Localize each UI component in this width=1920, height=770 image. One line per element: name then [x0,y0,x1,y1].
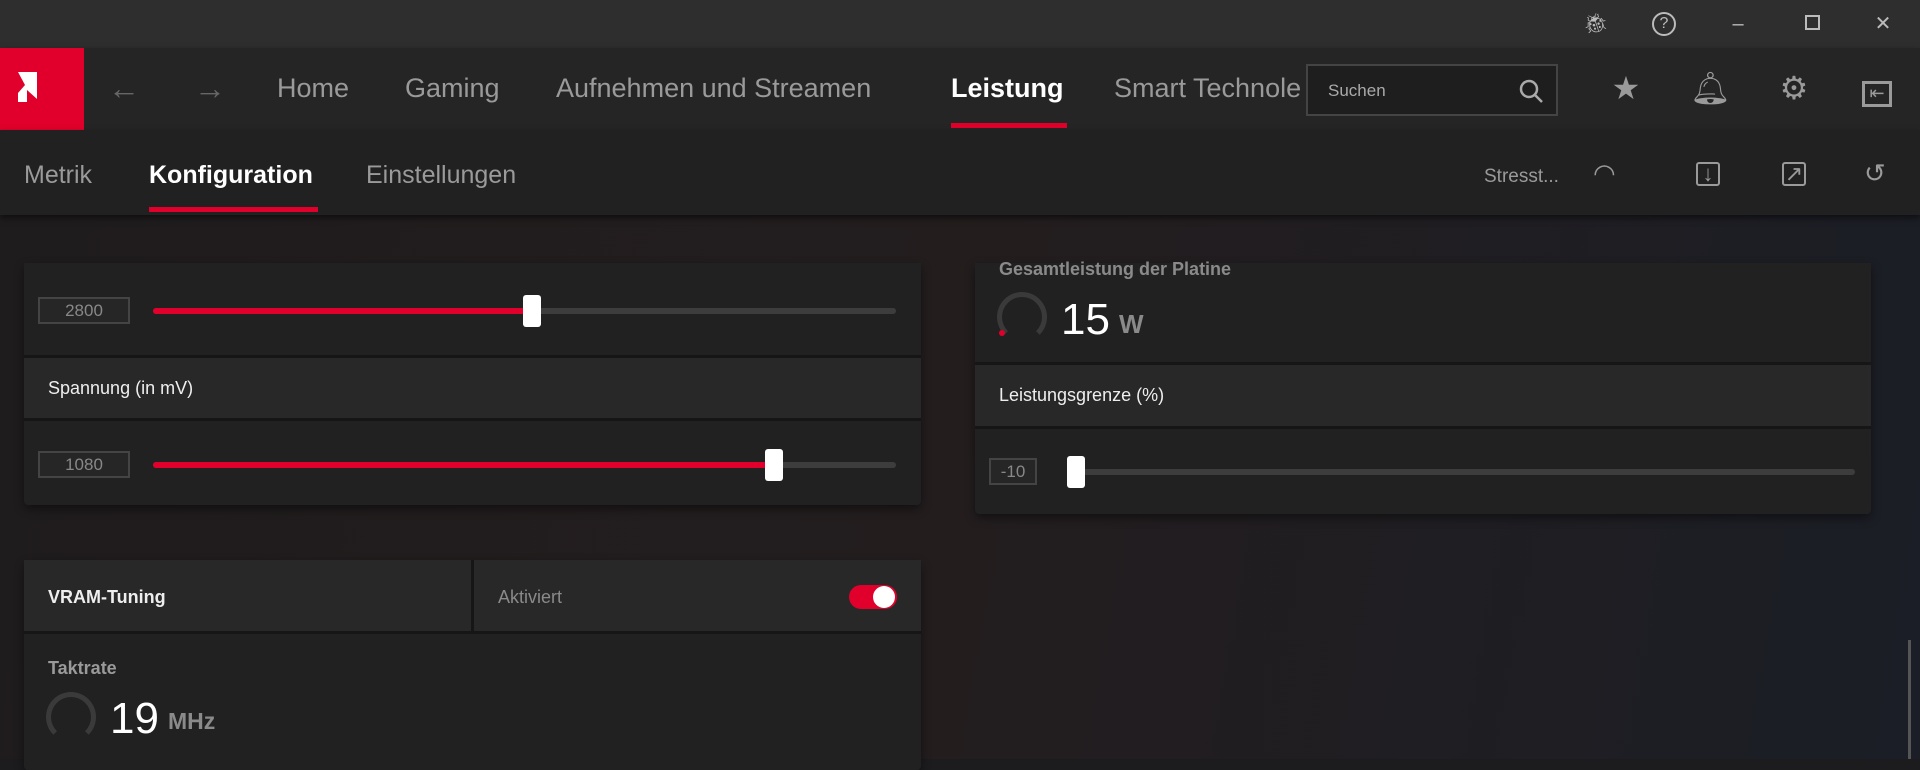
voltage-header: Spannung (in mV) [24,355,921,421]
nav-performance[interactable]: Leistung [951,73,1064,104]
clock-slider-fill [153,308,532,314]
star-icon[interactable]: ★ [1606,68,1646,108]
voltage-label: Spannung (in mV) [48,378,194,398]
tab-metrics[interactable]: Metrik [24,161,92,190]
search-icon[interactable] [1518,78,1544,104]
vram-state: Aktiviert [498,587,563,607]
clock-rate-label: Taktrate [48,658,117,678]
close-icon[interactable]: ✕ [1869,10,1897,38]
import-icon[interactable]: ↓ [1696,162,1720,186]
nav-active-indicator [951,123,1067,128]
nav-smart-technology[interactable]: Smart Technole [1114,73,1306,104]
bug-icon[interactable]: 🐞︎ [1582,10,1610,38]
search-placeholder: Suchen [1328,81,1386,100]
vram-title: VRAM-Tuning [48,587,166,607]
clock-rate-value: 19 [110,694,159,743]
clock-slider[interactable] [153,295,896,327]
voltage-slider-thumb[interactable] [765,449,784,481]
clock-rate-gauge [46,692,96,742]
board-power-value: 15 [1061,295,1110,344]
stress-test-button[interactable]: Stresst... [1484,166,1559,188]
gauge-icon[interactable]: ◠ [1593,158,1616,189]
search-input[interactable]: Suchen [1306,64,1558,116]
voltage-slider[interactable] [153,449,896,481]
voltage-slider-fill [153,462,775,468]
toggle-knob [873,586,895,608]
bell-icon[interactable]: 🔔︎ [1690,68,1731,108]
help-icon[interactable]: ? [1652,12,1676,36]
voltage-value-field[interactable]: 1080 [38,451,130,478]
clock-slider-thumb[interactable] [522,295,541,327]
power-limit-value-field[interactable]: -10 [989,458,1037,485]
clock-value-field[interactable]: 2800 [38,297,130,324]
minimize-icon[interactable]: – [1724,10,1752,38]
gpu-tuning-card: 2800 Spannung (in mV) 1080 [24,263,921,505]
forward-arrow-icon[interactable]: → [194,70,226,107]
amd-logo[interactable] [0,48,84,130]
scrollbar[interactable] [1908,640,1911,759]
sub-nav: Metrik Konfiguration Einstellungen Stres… [0,130,1920,215]
main-nav: ← → Home Gaming Aufnehmen und Streamen L… [0,48,1920,130]
vram-tuning-card: VRAM-Tuning Aktiviert Taktrate 19 MHz [24,560,921,770]
title-bar: 🐞︎ ? – ✕ [0,0,1920,48]
gear-icon[interactable]: ⚙ [1774,68,1814,108]
divider [471,560,474,634]
sidebar-toggle-icon[interactable]: ⇤ [1857,68,1897,108]
clock-rate-unit: MHz [168,708,216,734]
gauge-indicator [999,330,1005,336]
export-icon[interactable]: ↗ [1782,162,1806,186]
maximize-icon[interactable] [1798,10,1826,38]
power-limit-slider-thumb[interactable] [1067,456,1085,488]
reset-icon[interactable]: ↺ [1864,158,1886,189]
nav-home[interactable]: Home [277,73,349,104]
tab-settings[interactable]: Einstellungen [366,161,516,190]
back-arrow-icon[interactable]: ← [108,70,140,107]
power-limit-label: Leistungsgrenze (%) [999,385,1165,405]
nav-record-stream[interactable]: Aufnehmen und Streamen [556,73,871,104]
nav-gaming[interactable]: Gaming [405,73,500,104]
tab-configuration[interactable]: Konfiguration [149,161,313,190]
power-card: Gesamtleistung der Platine 15 W Leistung… [975,259,1871,514]
tab-active-indicator [149,207,318,212]
board-power-unit: W [1119,309,1144,339]
board-power-label: Gesamtleistung der Platine [999,259,1232,279]
power-limit-slider[interactable] [1067,456,1855,488]
power-limit-header: Leistungsgrenze (%) [975,362,1871,429]
vram-toggle[interactable] [849,585,897,609]
